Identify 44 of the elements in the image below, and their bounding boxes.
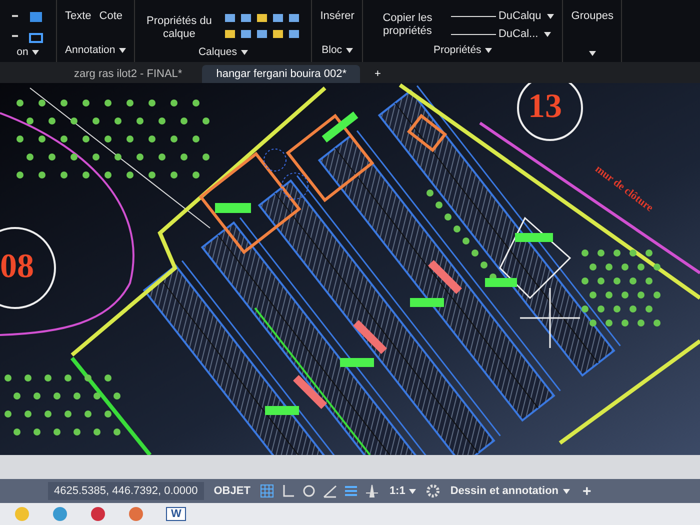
word-app-icon[interactable]: W <box>166 507 186 521</box>
new-tab-button[interactable]: + <box>366 65 389 83</box>
panel-title[interactable]: Annotation <box>65 44 116 56</box>
angle-icon[interactable] <box>323 484 338 498</box>
panel-title[interactable]: Propriétés <box>433 44 482 56</box>
polar-icon[interactable] <box>302 484 316 498</box>
plot-number: 08 <box>0 248 34 286</box>
taskbar-app-icon[interactable] <box>90 506 106 522</box>
caret-icon[interactable] <box>346 48 354 52</box>
ribbon-tool-button[interactable]: Copier les propriétés <box>371 12 444 38</box>
workspace-dropdown[interactable]: Dessin et annotation <box>447 483 573 499</box>
settings-icon[interactable] <box>426 484 440 498</box>
file-tab[interactable]: hangar fergani bouira 002* <box>202 65 360 83</box>
taskbar-app-icon[interactable] <box>52 506 68 522</box>
panel-title[interactable]: Calques <box>198 46 237 58</box>
coordinates-readout: 4625.5385, 446.7392, 0.0000 <box>48 482 204 500</box>
ribbon-tool-button[interactable]: Propriétés du calque <box>143 15 216 41</box>
caret-icon[interactable] <box>119 48 126 52</box>
ribbon-tool-button[interactable]: Insérer <box>320 10 354 23</box>
model-space-button[interactable]: OBJET <box>210 483 254 499</box>
ribbon-tool-button[interactable]: Texte <box>65 10 92 23</box>
caret-icon[interactable] <box>485 48 492 52</box>
grid-icon[interactable] <box>260 484 274 498</box>
scale-dropdown[interactable]: 1:1 <box>386 483 420 499</box>
caret-icon <box>562 488 570 494</box>
lineweight-icon[interactable] <box>344 484 358 498</box>
caret-icon[interactable] <box>588 51 596 56</box>
property-dropdown[interactable]: DuCal... <box>451 28 554 40</box>
panel-title[interactable]: Bloc <box>322 44 342 56</box>
plot-number: 13 <box>528 88 562 126</box>
file-tab[interactable]: zarg ras ilot2 - FINAL* <box>60 65 196 83</box>
caret-icon[interactable] <box>32 50 40 54</box>
caret-icon <box>544 32 552 36</box>
ortho-icon[interactable] <box>281 484 296 498</box>
taskbar-app-icon[interactable] <box>128 506 144 522</box>
add-button[interactable]: + <box>580 480 594 502</box>
property-dropdown[interactable]: DuCalqu <box>451 10 554 22</box>
caret-icon <box>547 14 554 18</box>
panel-title[interactable]: on <box>16 46 28 58</box>
caret-icon[interactable] <box>240 50 248 54</box>
ribbon-tool-button[interactable]: Cote <box>99 10 123 23</box>
annotation-scale-icon[interactable] <box>365 484 380 498</box>
caret-icon <box>409 488 416 494</box>
ribbon-tool-button[interactable]: Groupes <box>571 10 614 23</box>
